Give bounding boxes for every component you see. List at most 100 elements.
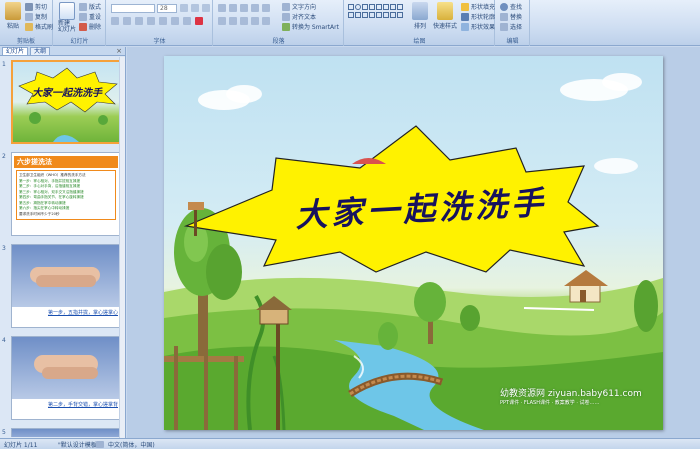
slide-number-2: 2 <box>2 153 6 160</box>
slide-number-4: 4 <box>2 337 6 344</box>
align-text-icon <box>282 12 290 21</box>
more-shapes-icon[interactable] <box>397 12 403 18</box>
font-style-buttons <box>111 17 203 25</box>
slides-panel: 幻灯片 大纲 × 1 大家一起洗洗手 2 六步搓洗法 卫生部卫生组织（WHO）推… <box>0 47 126 438</box>
spacing-icon[interactable] <box>171 17 179 25</box>
curve-shape-icon[interactable] <box>348 12 354 18</box>
clear-format-button[interactable] <box>202 4 210 12</box>
slides-label: 幻灯片 <box>70 38 89 45</box>
find-icon <box>500 2 508 11</box>
textbox-shape-icon[interactable] <box>355 12 361 18</box>
list-buttons <box>218 4 270 12</box>
shadow-icon[interactable] <box>159 17 167 25</box>
align-center-icon[interactable] <box>229 17 237 25</box>
current-slide[interactable]: 大家一起洗洗手 幼教资源网 ziyuan.baby611.com PPT课件 ·… <box>164 56 663 430</box>
strikethrough-icon[interactable] <box>147 17 155 25</box>
shape-effects-button[interactable]: 形状效果 <box>461 22 495 31</box>
heart-shape-icon[interactable] <box>383 12 389 18</box>
numbering-icon[interactable] <box>229 4 237 12</box>
align-left-icon[interactable] <box>218 17 226 25</box>
font-size-combo[interactable]: 28 <box>157 4 177 13</box>
language[interactable]: 中文(简体，中国) <box>108 440 155 449</box>
panel-scrollbar[interactable] <box>119 57 125 438</box>
new-slide-button[interactable]: 新建 幻灯片 <box>56 2 78 33</box>
format-painter-button[interactable]: 格式刷 <box>25 22 53 31</box>
italic-icon[interactable] <box>123 17 131 25</box>
select-icon <box>500 22 508 31</box>
paragraph-group: 文字方向 对齐文本 转换为 SmartArt 段落 <box>214 0 344 46</box>
outline-icon <box>461 12 469 21</box>
cut-button[interactable]: 剪切 <box>25 2 47 11</box>
scissors-icon <box>25 2 33 11</box>
oval-shape-icon[interactable] <box>355 4 361 10</box>
grow-font-button[interactable] <box>180 4 188 12</box>
layout-button[interactable]: 版式 <box>79 2 101 11</box>
thumb2-note: 要求洗手时间不少于20秒 <box>19 211 60 216</box>
spellcheck-icon[interactable] <box>96 441 104 448</box>
brace-shape-icon[interactable] <box>390 4 396 10</box>
bullets-icon[interactable] <box>218 4 226 12</box>
callout-shape-icon[interactable] <box>397 4 403 10</box>
line-shape-icon[interactable] <box>362 4 368 10</box>
slide-thumbnail-5[interactable] <box>11 428 121 437</box>
slides-group: 新建 幻灯片 版式 重设 删除 幻灯片 <box>54 0 106 46</box>
cloud-shape-icon[interactable] <box>390 12 396 18</box>
align-right-icon[interactable] <box>240 17 248 25</box>
rounded-rect-shape-icon[interactable] <box>362 12 368 18</box>
replace-button[interactable]: 替换 <box>500 12 522 21</box>
bold-icon[interactable] <box>111 17 119 25</box>
font-name-combo[interactable] <box>111 4 155 13</box>
columns-icon[interactable] <box>262 17 270 25</box>
align-text-button[interactable]: 对齐文本 <box>282 12 316 21</box>
smartart-button[interactable]: 转换为 SmartArt <box>282 22 339 31</box>
slide-number-1: 1 <box>2 61 6 68</box>
decrease-indent-icon[interactable] <box>240 4 248 12</box>
arrange-icon <box>412 2 428 20</box>
slide-thumbnail-1[interactable]: 大家一起洗洗手 <box>11 60 121 144</box>
increase-indent-icon[interactable] <box>251 4 259 12</box>
font-label: 字体 <box>153 38 166 45</box>
shape-outline-button[interactable]: 形状轮廓 <box>461 12 495 21</box>
arrow-shape-icon[interactable] <box>369 4 375 10</box>
case-icon[interactable] <box>183 17 191 25</box>
rect-shape-icon[interactable] <box>348 4 354 10</box>
underline-icon[interactable] <box>135 17 143 25</box>
star-shape-icon[interactable] <box>383 4 389 10</box>
shapes-gallery[interactable] <box>347 3 405 33</box>
arrange-button[interactable]: 排列 <box>409 2 431 30</box>
line-spacing-icon[interactable] <box>262 4 270 12</box>
slide-thumbnail-3[interactable]: 第一步，五指并拢，掌心搓掌心 <box>11 244 121 328</box>
justify-icon[interactable] <box>251 17 259 25</box>
copy-button[interactable]: 复制 <box>25 12 47 21</box>
paste-button[interactable]: 粘贴 <box>2 2 24 30</box>
quick-styles-button[interactable]: 快速样式 <box>431 2 459 30</box>
tab-outline[interactable]: 大纲 <box>30 47 51 55</box>
title-starburst[interactable] <box>183 125 600 273</box>
slide-thumbnail-4[interactable]: 第二步，手背交错，掌心搓掌背 <box>11 336 121 420</box>
editing-group: 查找 替换 选择 编辑 <box>496 0 530 46</box>
drawing-label: 绘图 <box>413 38 426 45</box>
replace-icon <box>500 12 508 21</box>
find-button[interactable]: 查找 <box>500 2 522 11</box>
close-icon[interactable]: × <box>116 47 122 55</box>
pentagon-shape-icon[interactable] <box>369 12 375 18</box>
clipboard-label: 剪贴板 <box>16 38 35 45</box>
smartart-icon <box>282 22 290 31</box>
select-button[interactable]: 选择 <box>500 22 522 31</box>
font-color-icon[interactable] <box>195 17 203 25</box>
triangle-shape-icon[interactable] <box>376 4 382 10</box>
drawing-group: 排列 快速样式 形状填充 形状轮廓 形状效果 绘图 <box>345 0 495 46</box>
brush-icon <box>25 22 33 31</box>
shape-fill-button[interactable]: 形状填充 <box>461 2 495 11</box>
slide-thumbnail-2[interactable]: 六步搓洗法 卫生部卫生组织（WHO）推荐的洗手方法 第一步：掌心相对，手指并拢相… <box>11 152 121 236</box>
thumb4-caption: 第二步，手背交错，掌心搓掌背 <box>47 402 118 408</box>
delete-button[interactable]: 删除 <box>79 22 101 31</box>
font-group: 28 字体 <box>107 0 213 46</box>
hexagon-shape-icon[interactable] <box>376 12 382 18</box>
shrink-font-button[interactable] <box>191 4 199 12</box>
text-direction-button[interactable]: 文字方向 <box>282 2 316 11</box>
tab-slides[interactable]: 幻灯片 <box>2 47 29 55</box>
grow-font-icon <box>180 4 188 12</box>
reset-button[interactable]: 重设 <box>79 12 101 21</box>
thumb2-heading: 六步搓洗法 <box>14 156 118 168</box>
